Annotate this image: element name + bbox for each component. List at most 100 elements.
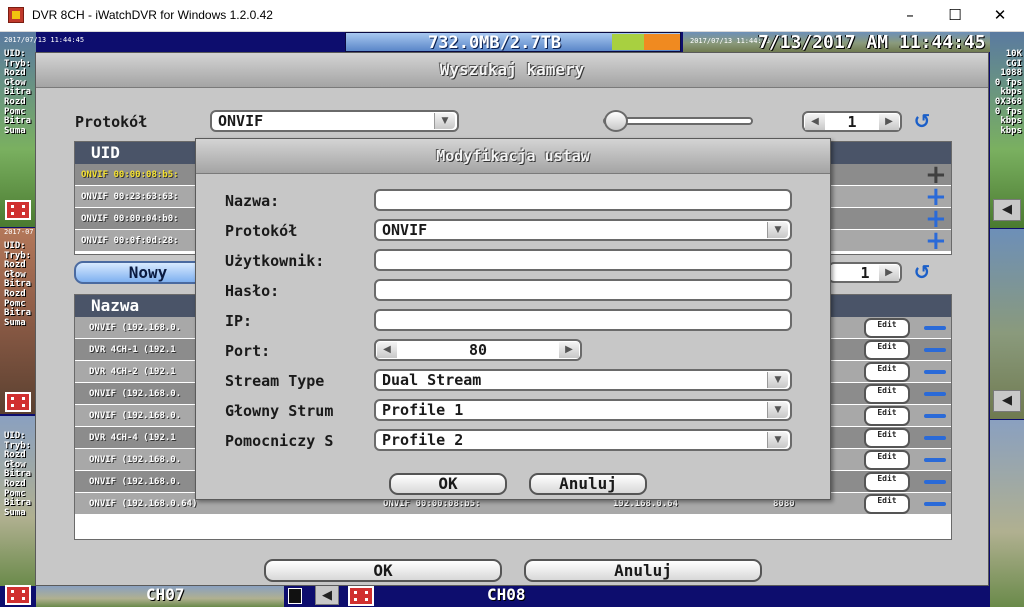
main-stream-select[interactable]: Profile 1 ▼ [374, 399, 792, 421]
camera-timestamp: 2017/07/13 11:44:45 [4, 36, 85, 44]
chevron-down-icon: ▼ [767, 222, 788, 238]
device-name-cell: ONVIF (192.168.0.64) [89, 499, 198, 509]
edit-button[interactable]: Edit [864, 318, 910, 338]
edit-button[interactable]: Edit [864, 450, 910, 470]
recording-film-icon [348, 586, 374, 606]
snapshot-icon[interactable] [288, 588, 302, 604]
prev-page-icon[interactable]: ◀ [805, 114, 825, 130]
channel-label-ch08: CH08 [487, 585, 526, 604]
sub-stream-select[interactable]: Profile 2 ▼ [374, 429, 792, 451]
window-title: DVR 8CH - iWatchDVR for Windows 1.2.0.42 [32, 8, 273, 22]
edit-button[interactable]: Edit [864, 384, 910, 404]
port-stepper[interactable]: 80 ◀ ▶ [374, 339, 582, 361]
sub-stream-label: Pomocniczy S [225, 432, 334, 450]
device-name-cell: ONVIF (192.168.0. [89, 323, 182, 333]
uid-pager: 1 ◀ ▶ [802, 111, 902, 132]
remove-icon[interactable] [924, 370, 946, 374]
chevron-down-icon: ▼ [767, 402, 788, 418]
close-icon[interactable]: ✕ [977, 0, 1023, 31]
device-name-cell: ONVIF (192.168.0. [89, 477, 182, 487]
add-icon[interactable]: + [925, 228, 947, 254]
remove-icon[interactable] [924, 326, 946, 330]
port-value: 80 [468, 341, 488, 359]
speaker-icon[interactable]: ◀ [315, 585, 339, 605]
channel-label-ch07: CH07 [146, 585, 185, 604]
edit-button[interactable]: Edit [864, 428, 910, 448]
edit-button[interactable]: Edit [864, 406, 910, 426]
ip-input[interactable] [374, 309, 792, 331]
next-page-icon[interactable]: ▶ [879, 114, 899, 130]
password-input[interactable] [374, 279, 792, 301]
device-pager: 1 ▶ [828, 262, 902, 283]
dialog-title: Modyfikacja ustaw [436, 147, 590, 165]
camera-osd-info: UID: Tryb: Rozd Głow Bitra Rozd Pomc Bit… [4, 431, 32, 518]
speaker-icon[interactable]: ◀ [993, 199, 1021, 221]
storage-segment-orange [644, 34, 680, 50]
stream-type-label: Stream Type [225, 372, 325, 390]
modify-cancel-button[interactable]: Anuluj [529, 473, 647, 495]
main-stream-value: Profile 1 [382, 401, 464, 419]
storage-usage-text: 732.0MB/2.7TB [428, 33, 562, 53]
protocol-label: Protokół [225, 222, 298, 240]
device-name-cell: DVR 4CH-2 (192.1 [89, 367, 176, 377]
name-column-header: Nazwa [91, 296, 140, 315]
uid-cell: ONVIF 00:00:08:b5: [81, 170, 179, 180]
device-name-cell: DVR 4CH-1 (192.1 [89, 345, 176, 355]
recording-film-icon [5, 585, 31, 605]
device-name-cell: ONVIF (192.168.0. [89, 455, 182, 465]
remove-icon[interactable] [924, 348, 946, 352]
uid-cell: ONVIF 00:23:63:63: [81, 192, 179, 202]
uid-cell: ONVIF 00:0f:0d:28: [81, 236, 179, 246]
device-name-cell: ONVIF (192.168.0. [89, 411, 182, 421]
protocol-select-value: ONVIF [382, 221, 428, 239]
edit-button[interactable]: Edit [864, 340, 910, 360]
remove-icon[interactable] [924, 458, 946, 462]
search-ok-button[interactable]: OK [264, 559, 502, 582]
search-slider-knob[interactable] [604, 110, 628, 132]
remove-icon[interactable] [924, 480, 946, 484]
camera-osd-info: 10K CGI 1088 0 fps kbps 0X368 0 fps kbps… [994, 49, 1022, 136]
chevron-down-icon: ▼ [767, 432, 788, 448]
main-stream-label: Głowny Strum [225, 402, 334, 420]
refresh-icon[interactable]: ↺ [907, 261, 937, 283]
window-title-bar: DVR 8CH - iWatchDVR for Windows 1.2.0.42… [0, 0, 1024, 32]
device-name-cell: ONVIF (192.168.0. [89, 389, 182, 399]
port-label: Port: [225, 342, 271, 360]
storage-usage-bar: 732.0MB/2.7TB [345, 32, 681, 53]
dialog-title: Wyszukaj kamery [439, 60, 585, 79]
decrement-icon[interactable]: ◀ [377, 342, 397, 358]
edit-button[interactable]: Edit [864, 362, 910, 382]
minimize-icon[interactable]: – [887, 0, 933, 31]
chevron-down-icon: ▼ [767, 372, 788, 388]
camera-tile-ch08-right[interactable] [990, 420, 1024, 607]
camera-timestamp: 2017-07 [4, 228, 34, 236]
modify-ok-button[interactable]: OK [389, 473, 507, 495]
speaker-icon[interactable]: ◀ [993, 390, 1021, 412]
storage-segment-green [612, 34, 644, 50]
edit-button[interactable]: Edit [864, 494, 910, 514]
remove-icon[interactable] [924, 414, 946, 418]
next-page-icon[interactable]: ▶ [879, 265, 899, 281]
protocol-select-value: ONVIF [218, 112, 264, 130]
remove-icon[interactable] [924, 436, 946, 440]
system-clock: 7/13/2017 AM 11:44:45 [758, 32, 986, 53]
name-input[interactable] [374, 189, 792, 211]
modify-settings-dialog: Modyfikacja ustaw Nazwa: Protokół ONVIF … [195, 138, 831, 500]
stream-type-value: Dual Stream [382, 371, 482, 389]
remove-icon[interactable] [924, 392, 946, 396]
recording-film-icon [5, 392, 31, 412]
name-label: Nazwa: [225, 192, 280, 210]
ip-label: IP: [225, 312, 253, 330]
refresh-icon[interactable]: ↺ [907, 110, 937, 132]
dialog-header: Wyszukaj kamery [36, 53, 988, 88]
maximize-icon[interactable]: ☐ [932, 0, 978, 31]
stream-type-select[interactable]: Dual Stream ▼ [374, 369, 792, 391]
password-label: Hasło: [225, 282, 280, 300]
increment-icon[interactable]: ▶ [559, 342, 579, 358]
protocol-select[interactable]: ONVIF ▼ [374, 219, 792, 241]
protocol-select[interactable]: ONVIF ▼ [210, 110, 459, 132]
search-cancel-button[interactable]: Anuluj [524, 559, 762, 582]
edit-button[interactable]: Edit [864, 472, 910, 492]
remove-icon[interactable] [924, 502, 946, 506]
username-input[interactable] [374, 249, 792, 271]
